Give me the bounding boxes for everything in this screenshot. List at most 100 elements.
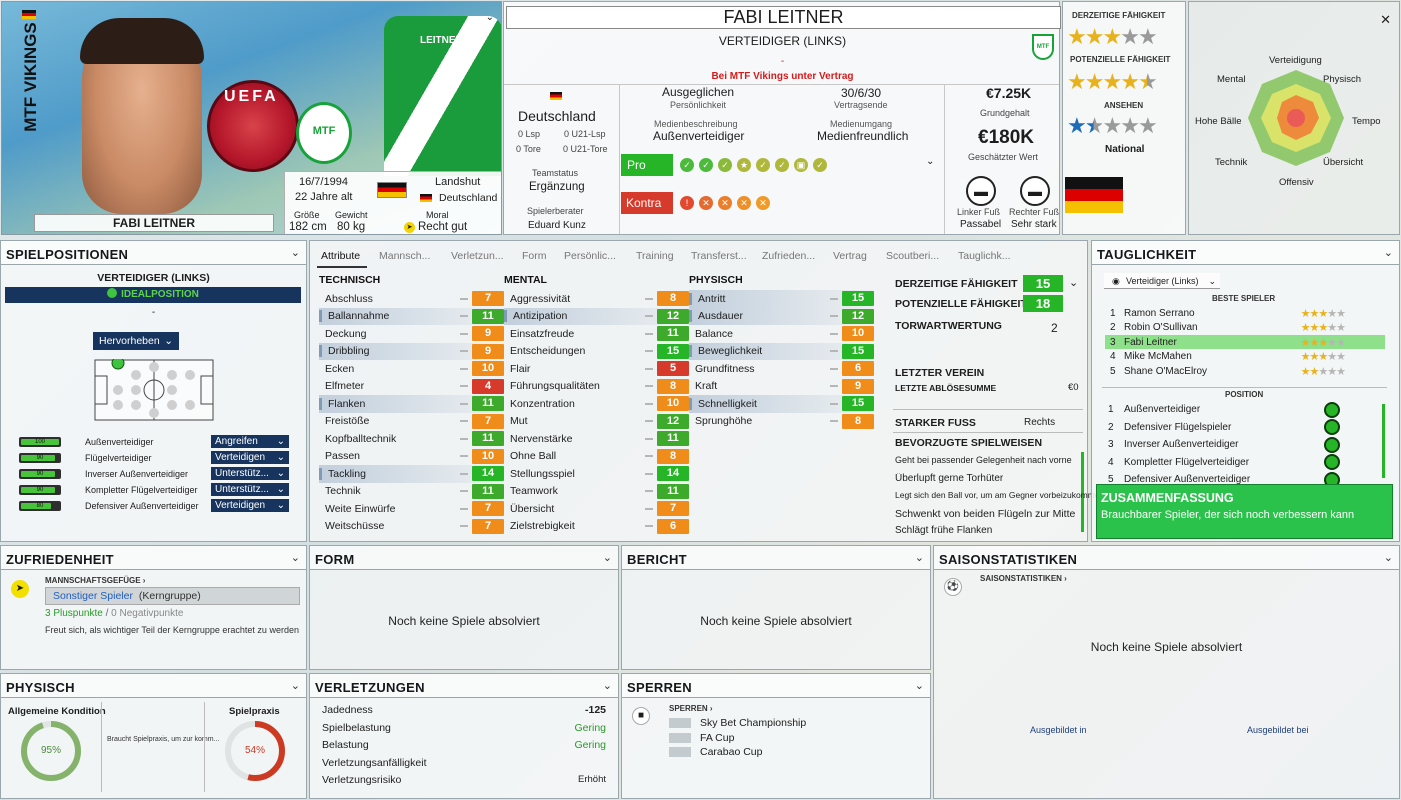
left-boot-icon: ▬ bbox=[966, 176, 996, 206]
chevron-down-icon[interactable]: ⌄ bbox=[291, 551, 300, 564]
chevron-down-icon[interactable]: ⌄ bbox=[926, 156, 934, 167]
attribute-row[interactable]: Entscheidungen 15 bbox=[504, 343, 689, 361]
attribute-row[interactable]: Ausdauer 12 bbox=[689, 307, 874, 325]
duty-dropdown[interactable]: Verteidigen ⌄ bbox=[211, 451, 289, 464]
chevron-down-icon[interactable]: ⌄ bbox=[291, 679, 300, 692]
chevron-down-icon[interactable]: ⌄ bbox=[1384, 551, 1393, 564]
best-player-row[interactable]: 4 Mike McMahen ★★★★★ bbox=[1110, 350, 1385, 364]
attribute-row[interactable]: Elfmeter 4 bbox=[319, 378, 504, 396]
attribute-row[interactable]: Deckung 9 bbox=[319, 325, 504, 343]
tab-1[interactable]: Mannsch... bbox=[379, 250, 430, 262]
ppm-item: Legt sich den Ball vor, um am Gegner vor… bbox=[895, 490, 1105, 500]
duty-dropdown[interactable]: Angreifen ⌄ bbox=[211, 435, 289, 448]
attribute-row[interactable]: Ohne Ball 8 bbox=[504, 448, 689, 466]
highlight-dropdown[interactable]: Hervorheben ⌄ bbox=[93, 332, 179, 350]
duty-dropdown[interactable]: Unterstütz... ⌄ bbox=[211, 467, 289, 480]
tab-6[interactable]: Transferst... bbox=[691, 250, 747, 262]
attribute-row[interactable]: Stellungsspiel 14 bbox=[504, 465, 689, 483]
chevron-down-icon[interactable]: ⌄ bbox=[1069, 276, 1078, 289]
attribute-row[interactable]: Flanken 11 bbox=[319, 395, 504, 413]
tab-3[interactable]: Form bbox=[522, 250, 547, 262]
role-select[interactable]: ◉ Verteidiger (Links) ⌄ bbox=[1104, 273, 1220, 289]
attribute-row[interactable]: Teamwork 11 bbox=[504, 483, 689, 501]
position-row[interactable]: 90 Kompletter Flügelverteidiger Unterstütz… bbox=[19, 483, 289, 496]
scrollbar[interactable] bbox=[1382, 404, 1385, 478]
injury-label: Verletzungsanfälligkeit bbox=[322, 756, 427, 769]
chevron-down-icon[interactable]: ⌄ bbox=[603, 551, 612, 564]
tab-5[interactable]: Training bbox=[636, 250, 674, 262]
attribute-row[interactable]: Mut 12 bbox=[504, 413, 689, 431]
attribute-row[interactable]: Balance 10 bbox=[689, 325, 874, 343]
duty-dropdown[interactable]: Unterstütz... ⌄ bbox=[211, 483, 289, 496]
attribute-row[interactable]: Schnelligkeit 15 bbox=[689, 395, 874, 413]
player-name: Fabi Leitner bbox=[1124, 336, 1177, 348]
attribute-value: 5 bbox=[657, 361, 689, 377]
duty-dropdown[interactable]: Verteidigen ⌄ bbox=[211, 499, 289, 512]
best-player-row[interactable]: 2 Robin O'Sullivan ★★★★★ bbox=[1110, 321, 1385, 335]
attribute-row[interactable]: Antizipation 12 bbox=[504, 307, 689, 325]
attribute-row[interactable]: Kopfballtechnik 11 bbox=[319, 430, 504, 448]
panel-title: VERLETZUNGEN bbox=[310, 674, 618, 698]
chevron-down-icon[interactable]: ⌄ bbox=[915, 679, 924, 692]
collapse-chevron-icon[interactable]: ⌄ bbox=[486, 12, 494, 23]
season-stats-link[interactable]: SAISONSTATISTIKEN › bbox=[980, 574, 1067, 583]
attribute-name: Dribbling bbox=[319, 345, 460, 358]
attribute-row[interactable]: Abschluss 7 bbox=[319, 290, 504, 308]
attribute-row[interactable]: Sprunghöhe 8 bbox=[689, 413, 874, 431]
position-suitability-row[interactable]: 3 Inverser Außenverteidiger bbox=[1108, 436, 1340, 453]
moral: Recht gut bbox=[418, 221, 468, 233]
attribute-name: Schnelligkeit bbox=[689, 397, 830, 410]
attribute-row[interactable]: Führungsqualitäten 8 bbox=[504, 378, 689, 396]
position-suitability-row[interactable]: 2 Defensiver Flügelspieler bbox=[1108, 419, 1340, 436]
best-player-row[interactable]: 3 Fabi Leitner ★★★★★ bbox=[1105, 335, 1385, 349]
attribute-row[interactable]: Kraft 9 bbox=[689, 378, 874, 396]
team-dynamics-link[interactable]: MANNSCHAFTSGEFÜGE › bbox=[45, 576, 145, 585]
attribute-row[interactable]: Übersicht 7 bbox=[504, 500, 689, 518]
attribute-row[interactable]: Antritt 15 bbox=[689, 290, 874, 308]
attribute-row[interactable]: Weite Einwürfe 7 bbox=[319, 500, 504, 518]
best-player-row[interactable]: 5 Shane O'MacElroy ★★★★★ bbox=[1110, 364, 1385, 378]
attribute-row[interactable]: Konzentration 10 bbox=[504, 395, 689, 413]
chevron-down-icon[interactable]: ⌄ bbox=[603, 679, 612, 692]
attribute-row[interactable]: Weitschüsse 7 bbox=[319, 518, 504, 536]
chevron-down-icon[interactable]: ⌄ bbox=[1384, 246, 1393, 259]
injury-label: Spielbelastung bbox=[322, 721, 391, 734]
tab-4[interactable]: Persönlic... bbox=[564, 250, 616, 262]
attribute-row[interactable]: Grundfitness 6 bbox=[689, 360, 874, 378]
tab-0[interactable]: Attribute bbox=[321, 250, 360, 262]
attribute-row[interactable]: Nervenstärke 11 bbox=[504, 430, 689, 448]
star-empty-icon: ★ bbox=[1102, 113, 1122, 138]
chevron-down-icon[interactable]: ⌄ bbox=[915, 551, 924, 564]
attribute-row[interactable]: Dribbling 9 bbox=[319, 342, 504, 360]
chevron-down-icon[interactable]: ⌄ bbox=[291, 246, 300, 259]
trait-icon: ✓ bbox=[775, 158, 789, 172]
attribute-name: Flair bbox=[510, 362, 531, 375]
plus-points: 3 Pluspunkte bbox=[45, 608, 103, 619]
bans-link[interactable]: SPERREN › bbox=[669, 704, 713, 713]
attribute-row[interactable]: Passen 10 bbox=[319, 448, 504, 466]
position-row[interactable]: 90 Flügelverteidiger Verteidigen ⌄ bbox=[19, 451, 289, 464]
attribute-row[interactable]: Tackling 14 bbox=[319, 465, 504, 483]
best-player-row[interactable]: 1 Ramon Serrano ★★★★★ bbox=[1110, 306, 1385, 320]
tab-8[interactable]: Vertrag bbox=[833, 250, 867, 262]
attribute-row[interactable]: Flair 5 bbox=[504, 360, 689, 378]
ideal-position-bar: IDEALPOSITION bbox=[5, 287, 301, 303]
attribute-row[interactable]: Ballannahme 11 bbox=[319, 307, 504, 325]
position-row[interactable]: 80 Defensiver Außenverteidiger Verteidigen… bbox=[19, 499, 289, 512]
position-row[interactable]: 90 Inverser Außenverteidiger Unterstütz...… bbox=[19, 467, 289, 480]
position-row[interactable]: 100 Außenverteidiger Angreifen ⌄ bbox=[19, 435, 289, 448]
attribute-row[interactable]: Ecken 10 bbox=[319, 360, 504, 378]
attribute-row[interactable]: Aggressivität 8 bbox=[504, 290, 689, 308]
tab-2[interactable]: Verletzun... bbox=[451, 250, 504, 262]
tab-7[interactable]: Zufrieden... bbox=[762, 250, 815, 262]
dash bbox=[460, 332, 468, 335]
position-suitability-row[interactable]: 4 Kompletter Flügelverteidiger bbox=[1108, 454, 1340, 471]
attribute-row[interactable]: Technik 11 bbox=[319, 483, 504, 501]
attribute-row[interactable]: Freistöße 7 bbox=[319, 413, 504, 431]
tab-9[interactable]: Scoutberi... bbox=[886, 250, 939, 262]
attribute-row[interactable]: Beweglichkeit 15 bbox=[689, 342, 874, 360]
position-suitability-row[interactable]: 1 Außenverteidiger bbox=[1108, 401, 1340, 418]
tab-10[interactable]: Tauglichk... bbox=[958, 250, 1011, 262]
attribute-row[interactable]: Einsatzfreude 11 bbox=[504, 325, 689, 343]
attribute-row[interactable]: Zielstrebigkeit 6 bbox=[504, 518, 689, 536]
